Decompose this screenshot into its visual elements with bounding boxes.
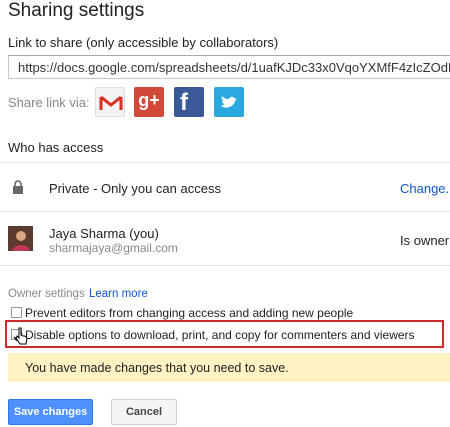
user-name: Jaya Sharma (you) <box>49 226 159 241</box>
unsaved-changes-notice: You have made changes that you need to s… <box>8 353 450 382</box>
avatar <box>8 226 33 251</box>
cursor-icon <box>14 327 30 347</box>
share-via-label: Share link via: <box>8 95 90 110</box>
learn-more-link[interactable]: Learn more <box>89 288 148 300</box>
divider <box>0 162 450 163</box>
divider <box>0 265 450 266</box>
access-visibility-text: Private - Only you can access <box>49 181 221 196</box>
facebook-icon[interactable]: f <box>174 87 204 117</box>
divider <box>0 211 450 212</box>
google-plus-icon[interactable]: g+ <box>134 87 164 117</box>
lock-icon <box>12 180 24 194</box>
dialog-title: Sharing settings <box>8 0 145 21</box>
save-changes-button[interactable]: Save changes <box>8 399 93 425</box>
owner-settings-label: Owner settings <box>8 288 85 300</box>
twitter-icon[interactable] <box>214 87 244 117</box>
change-access-link[interactable]: Change... <box>400 181 450 196</box>
link-url-field[interactable]: https://docs.google.com/spreadsheets/d/1… <box>8 55 450 79</box>
prevent-editors-checkbox[interactable] <box>11 307 22 318</box>
cancel-button[interactable]: Cancel <box>111 399 177 425</box>
highlight-box <box>5 320 444 348</box>
user-email: sharmajaya@gmail.com <box>49 241 178 255</box>
who-has-access-heading: Who has access <box>8 140 104 155</box>
link-label: Link to share (only accessible by collab… <box>8 35 279 50</box>
prevent-editors-label: Prevent editors from changing access and… <box>25 306 354 320</box>
user-role: Is owner <box>400 233 450 248</box>
gmail-icon[interactable] <box>95 87 125 117</box>
